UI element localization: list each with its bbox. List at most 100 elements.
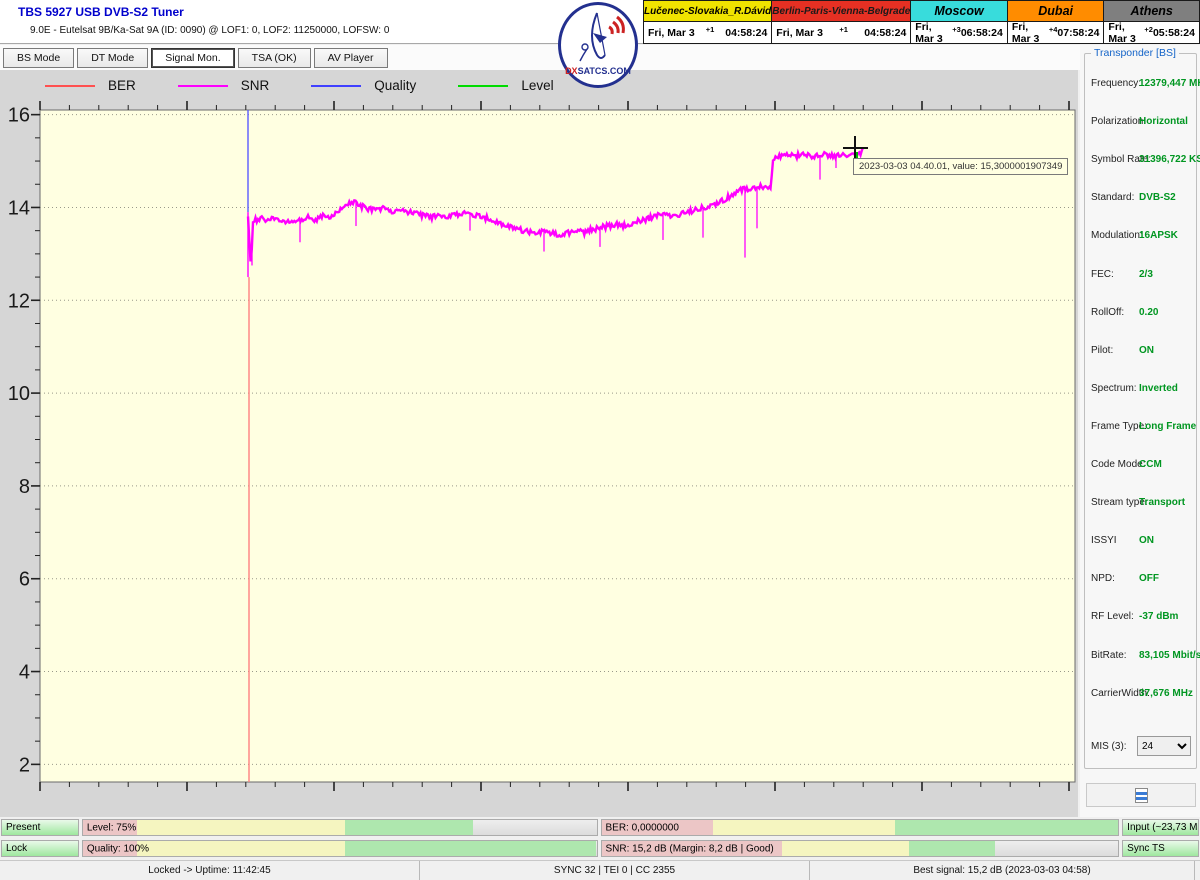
input-indicator: Input (~23,73 Mbps) <box>1122 819 1199 836</box>
y-tick-label: 14 <box>8 197 30 219</box>
mis-label: MIS (3): <box>1091 741 1127 752</box>
field-label: RF Level: <box>1091 611 1134 622</box>
list-icon <box>1135 788 1148 803</box>
status-lock-uptime: Locked -> Uptime: 11:42:45 <box>0 861 420 880</box>
sync-ts-indicator: Sync TS <box>1122 840 1199 857</box>
clock-utc-offset: +2 <box>1144 25 1153 34</box>
field-value: Transport <box>1139 497 1185 508</box>
field-label: RollOff: <box>1091 307 1124 318</box>
clock-date: Fri, Mar 3 <box>1012 21 1049 45</box>
clock-time: Fri, Mar 3+205:58:24 <box>1103 22 1200 44</box>
tab-signal-mon-[interactable]: Signal Mon. <box>151 48 234 68</box>
clock-2: MoscowFri, Mar 3+306:58:24 <box>910 0 1007 44</box>
tab-dt-mode[interactable]: DT Mode <box>77 48 148 68</box>
clock-time: Fri, Mar 3 +1 04:58:24 <box>771 22 910 44</box>
clock-time: Fri, Mar 3+306:58:24 <box>910 22 1007 44</box>
meter-segment <box>895 820 1118 835</box>
clock-4: AthensFri, Mar 3+205:58:24 <box>1103 0 1200 44</box>
clock-hms: 06:58:24 <box>961 27 1003 39</box>
y-tick-label: 8 <box>19 476 30 498</box>
logo-text: DXSATCS.COM <box>565 66 631 76</box>
meter-segment <box>713 820 896 835</box>
clock-time: Fri, Mar 3 +1 04:58:24 <box>643 22 771 44</box>
world-clocks: Lučenec-Slovakia_R.Dávid Fri, Mar 3 +1 04:5… <box>643 0 1200 44</box>
field-value: 37,676 MHz <box>1139 688 1193 699</box>
status-bar: Locked -> Uptime: 11:42:45 SYNC 32 | TEI… <box>0 860 1200 880</box>
dxsatcs-logo: DXSATCS.COM <box>558 2 638 88</box>
clock-1: Berlin-Paris-Vienna-Belgrade Fri, Mar 3 +1… <box>771 0 910 44</box>
snr-meter: SNR: 15,2 dB (Margin: 8,2 dB | Good) <box>601 840 1120 857</box>
field-label: Pilot: <box>1091 345 1113 356</box>
mis-dropdown[interactable]: 24 <box>1137 736 1191 756</box>
field-label: Modulation: <box>1091 230 1143 241</box>
meter-segment <box>345 820 473 835</box>
clock-city-label: Dubai <box>1007 0 1104 22</box>
meter-segment <box>137 820 345 835</box>
field-value: Horizontal <box>1139 116 1188 127</box>
clock-utc-offset: +1 <box>839 25 848 34</box>
field-value: -37 dBm <box>1139 611 1178 622</box>
clock-0: Lučenec-Slovakia_R.Dávid Fri, Mar 3 +1 04:5… <box>643 0 771 44</box>
field-value: ON <box>1139 345 1154 356</box>
clock-hms: 04:58:24 <box>725 27 767 39</box>
window-subtitle: 9.0E - Eutelsat 9B/Ka-Sat 9A (ID: 0090) … <box>30 25 389 36</box>
satellite-dish-icon <box>567 9 635 67</box>
field-label: FEC: <box>1091 269 1114 280</box>
meter-segment <box>782 841 909 856</box>
meters-row-2: Lock Quality: 100% SNR: 15,2 dB (Margin:… <box>0 840 1200 857</box>
field-label: ISSYI <box>1091 535 1117 546</box>
plot-area[interactable] <box>40 110 1075 782</box>
lock-indicator: Lock <box>1 840 79 857</box>
meters-row-1: Present Level: 75% BER: 0,0000000 Input … <box>0 819 1200 836</box>
clock-date: Fri, Mar 3 <box>915 21 952 45</box>
transponder-groupbox: Transponder [BS] MIS (3): 24 Frequency:1… <box>1084 53 1197 769</box>
transponder-sidebar: Transponder [BS] MIS (3): 24 Frequency:1… <box>1080 45 1200 817</box>
meter-segment <box>909 841 995 856</box>
clock-date: Fri, Mar 3 <box>776 27 823 39</box>
clock-city-label: Moscow <box>910 0 1007 22</box>
field-value: DVB-S2 <box>1139 192 1176 203</box>
signal-chart-svg[interactable]: 246810121416 <box>0 70 1078 817</box>
clock-date: Fri, Mar 3 <box>1108 21 1144 45</box>
clock-hms: 04:58:24 <box>864 27 906 39</box>
stream-list-button[interactable] <box>1086 783 1196 807</box>
chart-tooltip: 2023-03-03 04.40.01, value: 15,300000190… <box>853 158 1068 175</box>
tab-bar: BS ModeDT ModeSignal Mon.TSA (OK)AV Play… <box>0 45 1080 70</box>
meter-segment <box>137 841 345 856</box>
field-value: ON <box>1139 535 1154 546</box>
field-value: 2/3 <box>1139 269 1153 280</box>
tuner-window: TBS 5927 USB DVB-S2 Tuner 9.0E - Eutelsa… <box>0 0 1200 880</box>
status-spacer <box>1195 861 1200 880</box>
field-label: Spectrum: <box>1091 383 1137 394</box>
status-best-signal: Best signal: 15,2 dB (2023-03-03 04:58) <box>810 861 1195 880</box>
status-sync-counters: SYNC 32 | TEI 0 | CC 2355 <box>420 861 810 880</box>
clock-city-label: Lučenec-Slovakia_R.Dávid <box>643 0 771 22</box>
field-label: Code Mode: <box>1091 459 1145 470</box>
tab-av-player[interactable]: AV Player <box>314 48 388 68</box>
field-value: 12379,447 MHz <box>1139 78 1200 89</box>
clock-3: DubaiFri, Mar 3+407:58:24 <box>1007 0 1104 44</box>
y-tick-label: 4 <box>19 662 30 684</box>
y-tick-label: 16 <box>8 105 30 127</box>
groupbox-title: Transponder [BS] <box>1091 47 1179 59</box>
clock-utc-offset: +3 <box>952 25 961 34</box>
signal-chart-panel: BERSNRQualityLevel 246810121416 2023-03-… <box>0 70 1078 817</box>
clock-time: Fri, Mar 3+407:58:24 <box>1007 22 1104 44</box>
clock-utc-offset: +1 <box>706 25 715 34</box>
ber-meter: BER: 0,0000000 <box>601 819 1120 836</box>
field-value: CCM <box>1139 459 1162 470</box>
present-indicator: Present <box>1 819 79 836</box>
clock-city-label: Berlin-Paris-Vienna-Belgrade <box>771 0 910 22</box>
clock-hms: 07:58:24 <box>1057 27 1099 39</box>
clock-date: Fri, Mar 3 <box>648 27 695 39</box>
y-tick-label: 6 <box>19 569 30 591</box>
field-label: BitRate: <box>1091 650 1127 661</box>
clock-hms: 05:58:24 <box>1153 27 1195 39</box>
field-value: 0.20 <box>1139 307 1158 318</box>
field-value: OFF <box>1139 573 1159 584</box>
tab-bs-mode[interactable]: BS Mode <box>3 48 74 68</box>
field-value: Long Frame <box>1139 421 1196 432</box>
tab-tsa-ok-[interactable]: TSA (OK) <box>238 48 311 68</box>
field-label: Frequency: <box>1091 78 1141 89</box>
field-label: Polarization: <box>1091 116 1146 127</box>
